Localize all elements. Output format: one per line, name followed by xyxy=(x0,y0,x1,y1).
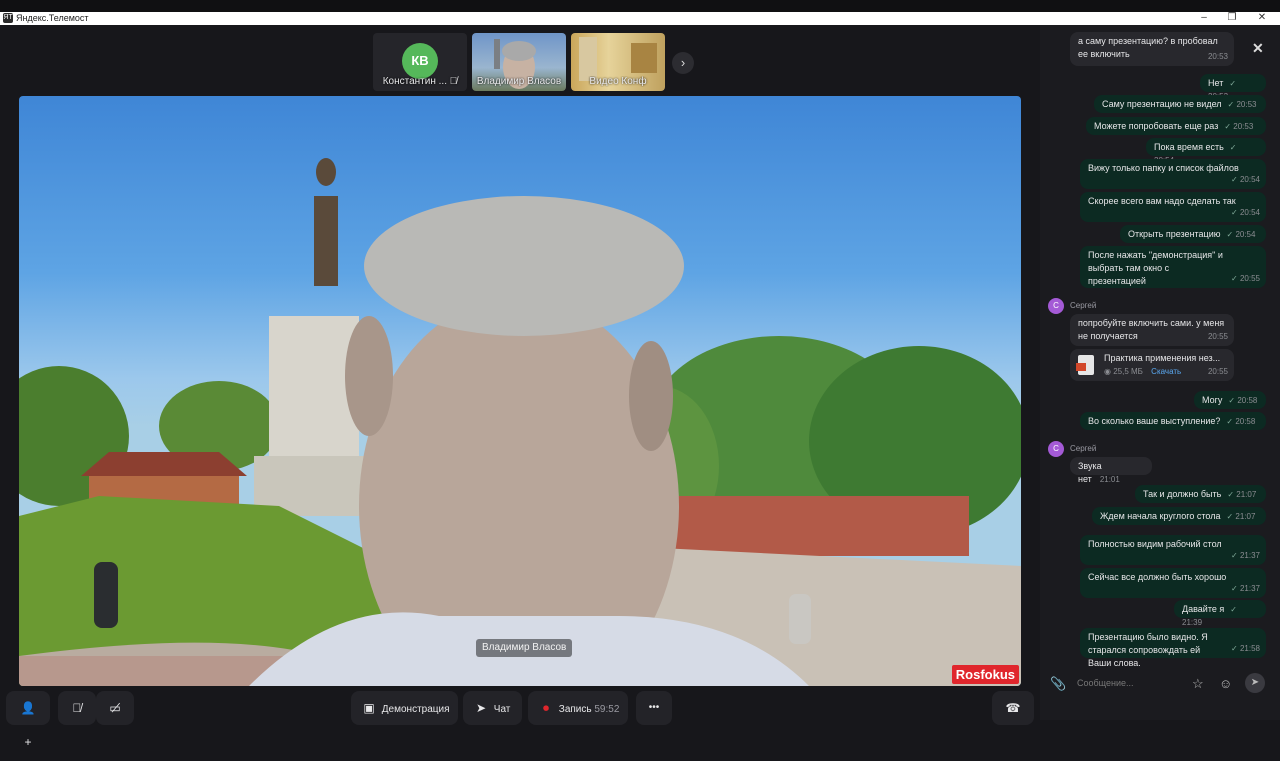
download-link[interactable]: Скачать xyxy=(1151,367,1181,376)
titlebar-strip: ЯТ Яндекс.Телемост – ❐ ✕ xyxy=(0,12,1280,25)
eye-icon: ◉ xyxy=(1104,367,1111,376)
file-name: Практика применения нез... xyxy=(1104,353,1221,363)
participant-name: Владимир Власов xyxy=(476,76,562,87)
file-size: 25,5 МБ xyxy=(1113,367,1143,376)
participant-name: Видео Конф xyxy=(589,76,647,87)
message-item[interactable]: Можете попробовать еще раз20:53 xyxy=(1086,117,1266,135)
window-title: Яндекс.Телемост xyxy=(16,13,89,23)
message-item[interactable]: Нет20:53 xyxy=(1200,74,1266,101)
participant-tile-konstantin[interactable]: КВ Константин ... 🎙̸ xyxy=(373,33,467,91)
channel-watermark: Rosfokus xyxy=(951,665,1019,684)
window-close-icon[interactable]: ✕ xyxy=(1252,12,1272,23)
participant-tile-videoconf[interactable]: Видео Конф xyxy=(571,33,665,91)
speaker-video-icon xyxy=(19,158,1021,686)
message-item[interactable]: попробуйте включить сами. у меня не полу… xyxy=(1070,314,1234,346)
message-input[interactable]: Сообщение... xyxy=(1077,678,1133,688)
message-item[interactable]: Ждем начала круглого стола21:07 xyxy=(1092,507,1266,525)
mic-muted-icon: 🎙̸ xyxy=(449,76,458,87)
screenshare-label: Демонстрация xyxy=(381,704,450,715)
message-item[interactable]: Пока время есть20:54 xyxy=(1146,138,1266,165)
message-item[interactable]: После нажать "демонстрация" и выбрать та… xyxy=(1080,246,1266,288)
message-sender: Сергей xyxy=(1070,444,1097,453)
message-item[interactable]: Сейчас все должно быть хорошо21:37 xyxy=(1080,568,1266,598)
message-item[interactable]: Так и должно быть21:07 xyxy=(1135,485,1266,503)
message-item[interactable]: Вижу только папку и список файлов20:54 xyxy=(1080,159,1266,189)
record-timer: 59:52 xyxy=(594,704,620,715)
pdf-file-icon xyxy=(1076,355,1094,375)
message-item[interactable]: Во сколько ваше выступление?20:58 xyxy=(1080,412,1266,430)
message-item[interactable]: Скорее всего вам надо сделать так20:54 xyxy=(1080,192,1266,222)
message-composer: 📎 Сообщение... ☆ ☺ ➤ xyxy=(1040,668,1280,700)
thumbnails-next-button[interactable]: › xyxy=(672,52,694,74)
message-item[interactable]: Открыть презентацию20:54 xyxy=(1120,225,1266,243)
send-button[interactable]: ➤ xyxy=(1245,673,1265,693)
message-item[interactable]: Давайте я21:39 xyxy=(1174,600,1266,627)
main-video: Rosfokus xyxy=(19,96,1021,686)
call-controls: 👤+ 🎙̸ ▭̸ ▣ Демонстрация ➤ Чат ⏺ Запись 5… xyxy=(0,689,1040,749)
avatar: С xyxy=(1048,441,1064,457)
participant-name: Константин ... 🎙̸ xyxy=(382,76,458,87)
chevron-right-icon: › xyxy=(680,55,686,70)
message-item[interactable]: Могу20:58 xyxy=(1194,391,1266,409)
message-item[interactable]: Полностью видим рабочий стол21:37 xyxy=(1080,535,1266,565)
message-sender: Сергей xyxy=(1070,301,1097,310)
more-icon: ••• xyxy=(648,702,660,713)
emoji-icon[interactable]: ☺ xyxy=(1219,676,1232,691)
avatar: С xyxy=(1048,298,1064,314)
star-icon[interactable]: ☆ xyxy=(1192,676,1204,692)
message-item[interactable]: Презентацию было видно. Я старался сопро… xyxy=(1080,628,1266,668)
chat-label: Чат xyxy=(493,704,511,715)
app-logo-icon: ЯТ xyxy=(3,13,13,23)
speaker-name-label: Владимир Власов xyxy=(476,639,573,657)
attach-icon[interactable]: 📎 xyxy=(1050,676,1066,692)
message-item[interactable]: а саму презентацию? в пробовал ее включи… xyxy=(1070,32,1234,66)
message-item[interactable]: Звука нет 21:01 xyxy=(1070,457,1152,484)
record-label: Запись xyxy=(558,704,592,715)
chat-close-icon[interactable]: ✕ xyxy=(1252,40,1264,57)
call-stage: КВ Константин ... 🎙̸ Владимир Власов Вид… xyxy=(0,25,1040,749)
avatar: КВ xyxy=(402,43,438,79)
participant-tile-vlasov[interactable]: Владимир Власов xyxy=(472,33,566,91)
file-attachment[interactable]: Практика применения нез... ◉ 25,5 МБ Ска… xyxy=(1070,349,1234,381)
window-titlebar: ЯТ Яндекс.Телемост – ❐ ✕ xyxy=(0,0,1280,25)
add-user-icon: 👤+ xyxy=(20,701,36,749)
message-item[interactable]: Саму презентацию не видел20:53 xyxy=(1094,95,1266,113)
maximize-icon[interactable]: ❐ xyxy=(1222,12,1242,23)
minimize-icon[interactable]: – xyxy=(1194,12,1214,23)
